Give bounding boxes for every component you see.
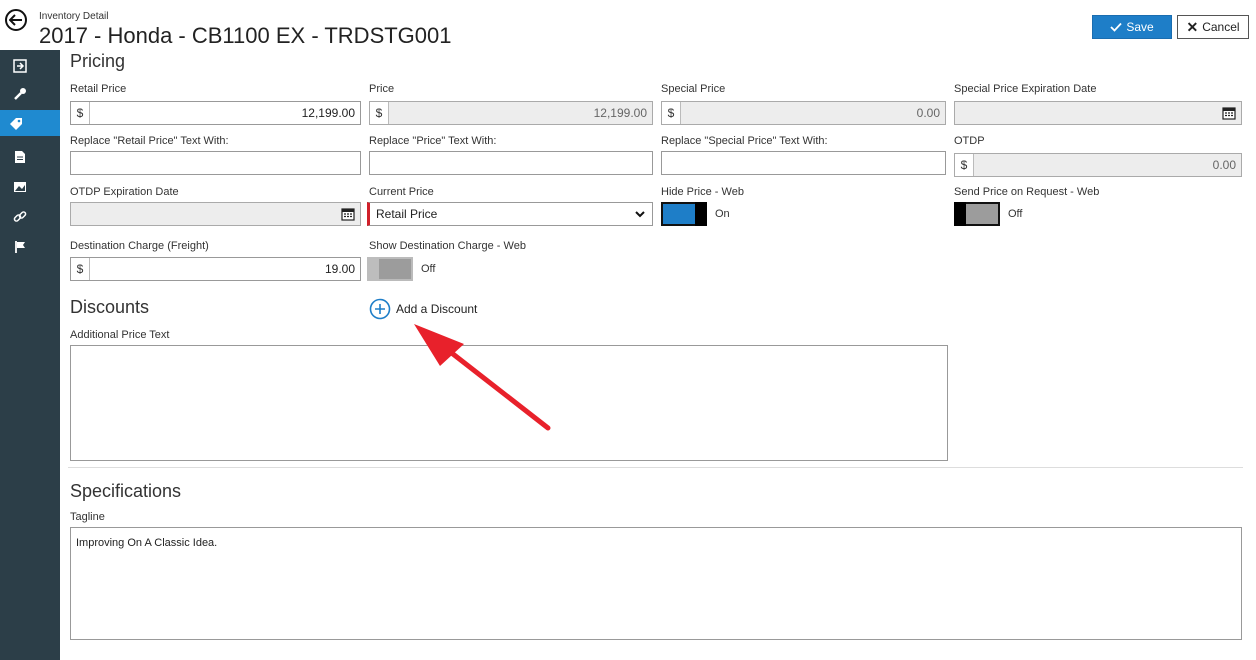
breadcrumb: Inventory Detail (39, 11, 109, 22)
special-price-value: 0.00 (916, 106, 940, 120)
replace-retail-input[interactable] (70, 151, 361, 175)
back-arrow-icon[interactable] (5, 9, 27, 31)
save-label: Save (1126, 20, 1154, 34)
additional-price-text-label: Additional Price Text (70, 329, 170, 341)
close-icon: ✕ (1186, 18, 1199, 35)
hide-price-web-state: On (715, 208, 730, 220)
price-label: Price (369, 83, 395, 95)
price-value: 12,199.00 (593, 106, 647, 120)
send-price-request-state: Off (1008, 208, 1023, 220)
add-discount-label: Add a Discount (396, 302, 478, 316)
send-price-request-toggle[interactable] (954, 202, 1000, 226)
price-input: $ 12,199.00 (369, 101, 653, 125)
destination-charge-input[interactable]: $ 19.00 (70, 257, 361, 281)
save-button[interactable]: Save (1092, 15, 1172, 39)
image-icon[interactable] (5, 174, 35, 200)
current-price-value: Retail Price (376, 207, 438, 221)
specifications-title: Specifications (70, 481, 182, 501)
calendar-icon[interactable] (1222, 106, 1236, 123)
special-price-exp-label: Special Price Expiration Date (954, 83, 1097, 95)
flag-icon[interactable] (5, 234, 35, 260)
current-price-label: Current Price (369, 186, 434, 198)
chevron-down-icon (634, 208, 646, 223)
otdp-exp-input (70, 202, 361, 226)
pricing-title: Pricing (70, 51, 126, 71)
special-price-exp-input (954, 101, 1242, 125)
show-destination-label: Show Destination Charge - Web (369, 240, 526, 252)
replace-price-label: Replace "Price" Text With: (369, 135, 497, 147)
send-price-request-label: Send Price on Request - Web (954, 186, 1100, 198)
otdp-value: 0.00 (1212, 158, 1236, 172)
otdp-input: $ 0.00 (954, 153, 1242, 177)
cancel-button[interactable]: ✕ Cancel (1177, 15, 1249, 39)
tagline-input[interactable]: Improving On A Classic Idea. (70, 527, 1242, 640)
currency-prefix: $ (71, 258, 90, 280)
replace-special-input[interactable] (661, 151, 946, 175)
destination-charge-label: Destination Charge (Freight) (70, 240, 209, 252)
page-title: 2017 - Honda - CB1100 EX - TRDSTG001 (39, 23, 452, 48)
calendar-icon[interactable] (341, 207, 355, 224)
currency-prefix: $ (955, 154, 974, 176)
cancel-label: Cancel (1202, 20, 1240, 34)
otdp-exp-label: OTDP Expiration Date (70, 186, 179, 198)
retail-price-value: 12,199.00 (301, 106, 355, 120)
show-destination-state: Off (421, 263, 436, 275)
special-price-label: Special Price (661, 83, 726, 95)
discounts-title: Discounts (70, 297, 150, 317)
check-icon (1110, 22, 1122, 32)
show-destination-toggle[interactable] (367, 257, 413, 281)
destination-charge-value: 19.00 (324, 262, 355, 276)
section-divider (68, 467, 1243, 468)
document-icon[interactable] (5, 144, 35, 170)
replace-special-label: Replace "Special Price" Text With: (661, 135, 828, 147)
replace-retail-label: Replace "Retail Price" Text With: (70, 135, 229, 147)
sidebar (0, 50, 60, 660)
otdp-label: OTDP (954, 135, 985, 147)
retail-price-label: Retail Price (70, 83, 127, 95)
link-icon[interactable] (5, 204, 35, 230)
currency-prefix: $ (71, 102, 90, 124)
current-price-select[interactable]: Retail Price (367, 202, 653, 226)
retail-price-input[interactable]: $ 12,199.00 (70, 101, 361, 125)
tag-icon[interactable] (0, 110, 60, 136)
annotation-arrow (414, 324, 551, 431)
wrench-icon[interactable] (5, 81, 35, 107)
currency-prefix: $ (370, 102, 389, 124)
tagline-label: Tagline (70, 511, 105, 523)
replace-price-input[interactable] (369, 151, 653, 175)
currency-prefix: $ (662, 102, 681, 124)
header: Inventory Detail 2017 - Honda - CB1100 E… (0, 0, 1256, 50)
hide-price-web-toggle[interactable] (661, 202, 707, 226)
special-price-input: $ 0.00 (661, 101, 946, 125)
add-circle-icon (369, 298, 391, 320)
add-discount-button[interactable]: Add a Discount (369, 298, 477, 320)
hide-price-web-label: Hide Price - Web (661, 186, 744, 198)
exit-icon[interactable] (5, 53, 35, 79)
